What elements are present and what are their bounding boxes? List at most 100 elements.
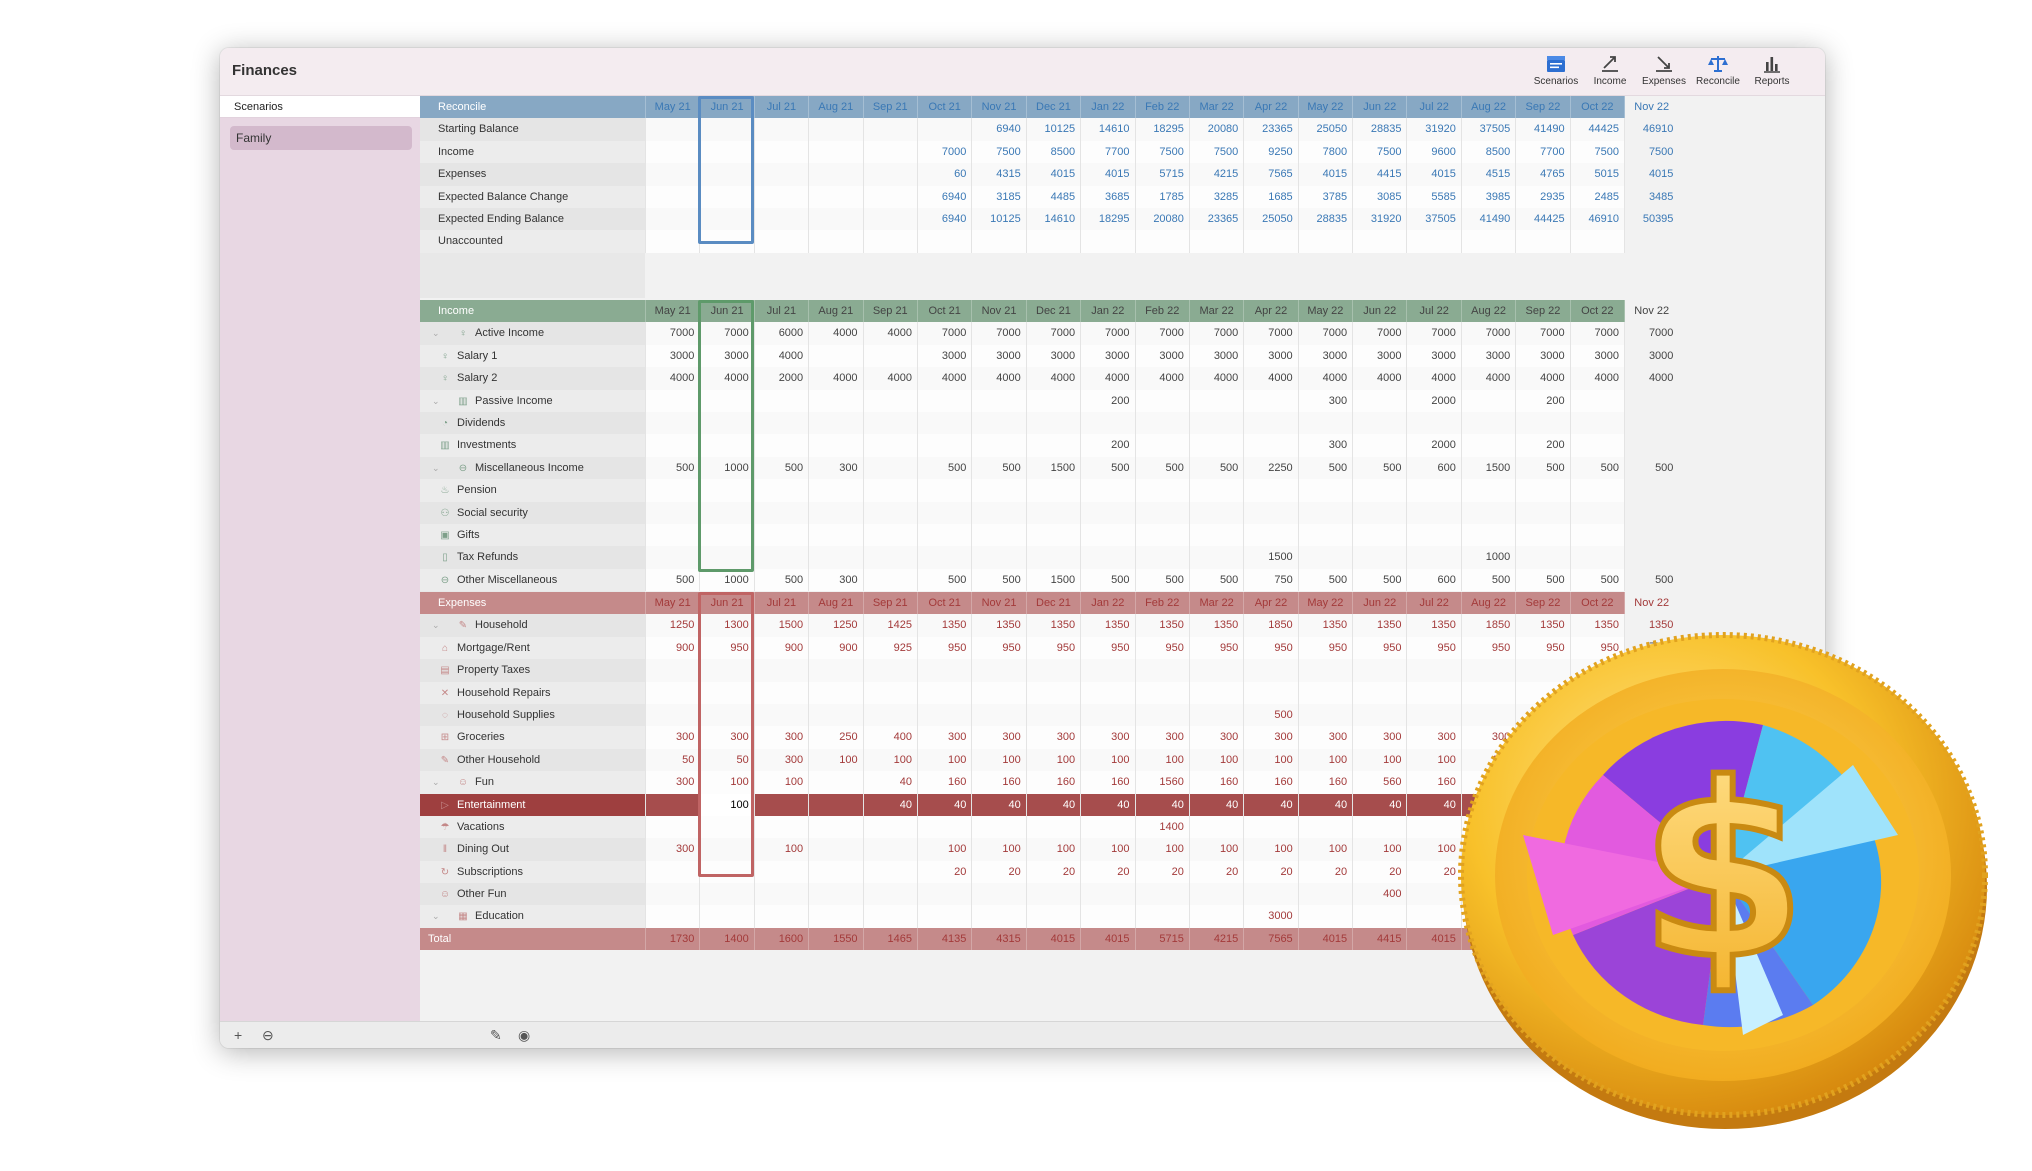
pencil-icon[interactable]: ✎ [490, 1027, 502, 1043]
value-cell[interactable] [645, 411, 699, 435]
value-cell[interactable]: 950 [971, 636, 1025, 660]
row-label[interactable]: ▯ Tax Refunds [420, 546, 645, 569]
value-cell[interactable] [1297, 659, 1352, 682]
value-cell[interactable]: 3000 [1406, 344, 1460, 368]
value-cell[interactable] [1352, 815, 1406, 839]
value-cell[interactable]: 7500 [971, 140, 1025, 164]
value-cell[interactable]: 1350 [1188, 614, 1243, 637]
value-cell[interactable]: 100 [1352, 748, 1406, 772]
value-cell[interactable] [1569, 523, 1624, 547]
value-cell[interactable]: 7000 [971, 322, 1025, 345]
value-cell[interactable]: 40 [1134, 793, 1189, 816]
value-cell[interactable] [862, 838, 917, 861]
value-cell[interactable]: 44425 [1515, 207, 1569, 231]
value-cell[interactable] [645, 434, 699, 457]
value-cell[interactable]: 3000 [1352, 344, 1406, 368]
row-label[interactable]: ☂ Vacations [420, 815, 645, 839]
value-cell[interactable] [699, 389, 753, 412]
value-cell[interactable] [1460, 479, 1515, 502]
value-cell[interactable] [1134, 883, 1189, 906]
value-cell[interactable]: 44425 [1569, 118, 1624, 141]
value-cell[interactable]: 100 [699, 771, 753, 794]
value-cell[interactable] [753, 523, 808, 547]
value-cell[interactable]: 18295 [1080, 207, 1134, 231]
value-cell[interactable]: 6940 [916, 185, 971, 208]
value-cell[interactable] [862, 703, 917, 727]
value-cell[interactable]: 7000 [1569, 322, 1624, 345]
value-cell[interactable] [862, 681, 917, 704]
value-cell[interactable]: 1785 [1134, 185, 1189, 208]
value-cell[interactable]: 7500 [1188, 140, 1243, 164]
value-cell[interactable]: 950 [1134, 636, 1189, 660]
value-cell[interactable]: 25050 [1297, 118, 1352, 141]
value-cell[interactable]: 200 [1080, 389, 1134, 412]
value-cell[interactable]: 160 [1080, 771, 1134, 794]
value-cell[interactable]: 2000 [1406, 434, 1460, 457]
value-cell[interactable] [1406, 815, 1460, 839]
value-cell[interactable]: 600 [1406, 568, 1460, 592]
value-cell[interactable] [1188, 905, 1243, 928]
value-cell[interactable]: 3000 [1080, 344, 1134, 368]
value-cell[interactable] [1406, 681, 1460, 704]
value-cell[interactable] [1080, 411, 1134, 435]
value-cell[interactable] [1569, 501, 1624, 524]
value-cell[interactable] [862, 905, 917, 928]
value-cell[interactable]: 7500 [1352, 140, 1406, 164]
value-cell[interactable] [1025, 389, 1080, 412]
value-cell[interactable] [808, 140, 862, 164]
value-cell[interactable] [862, 659, 917, 682]
value-cell[interactable]: 900 [753, 636, 808, 660]
value-cell[interactable]: 3985 [1460, 185, 1515, 208]
value-cell[interactable]: 300 [1134, 726, 1189, 749]
value-cell[interactable]: 300 [1243, 726, 1297, 749]
value-cell[interactable]: 100 [916, 838, 971, 861]
value-cell[interactable]: 200 [1080, 434, 1134, 457]
row-label[interactable]: ⌄ ▦ Education [420, 905, 645, 928]
table-row[interactable]: ⌄ ♀ Active Income 7000 7000 6000 4000 4000 7000 7… [420, 322, 1673, 345]
value-cell[interactable] [1134, 230, 1189, 253]
value-cell[interactable]: 100 [1025, 748, 1080, 772]
value-cell[interactable]: 100 [1188, 838, 1243, 861]
value-cell[interactable] [971, 681, 1025, 704]
value-cell[interactable]: 1350 [916, 614, 971, 637]
value-cell[interactable] [862, 411, 917, 435]
value-cell[interactable] [1243, 501, 1297, 524]
value-cell[interactable] [862, 185, 917, 208]
value-cell[interactable] [1352, 389, 1406, 412]
value-cell[interactable]: 950 [916, 636, 971, 660]
value-cell[interactable]: 41490 [1515, 118, 1569, 141]
value-cell[interactable] [808, 815, 862, 839]
value-cell[interactable]: 500 [1134, 568, 1189, 592]
value-cell[interactable]: 3000 [1243, 344, 1297, 368]
value-cell[interactable] [971, 523, 1025, 547]
value-cell[interactable]: 5585 [1406, 185, 1460, 208]
value-cell[interactable]: 20080 [1188, 118, 1243, 141]
value-cell[interactable]: 100 [1243, 748, 1297, 772]
value-cell[interactable]: 7000 [1352, 322, 1406, 345]
value-cell[interactable] [862, 501, 917, 524]
value-cell[interactable]: 100 [753, 771, 808, 794]
value-cell[interactable] [916, 230, 971, 253]
value-cell[interactable] [1569, 479, 1624, 502]
row-label[interactable]: ◌ Household Supplies [420, 703, 645, 727]
value-cell[interactable]: 250 [808, 726, 862, 749]
value-cell[interactable]: 1250 [645, 614, 699, 637]
value-cell[interactable]: 925 [862, 636, 917, 660]
value-cell[interactable] [1406, 479, 1460, 502]
value-cell[interactable]: 100 [1080, 748, 1134, 772]
value-cell[interactable]: 500 [645, 568, 699, 592]
value-cell[interactable]: 500 [1624, 568, 1678, 592]
value-cell[interactable] [971, 905, 1025, 928]
value-cell[interactable]: 3000 [699, 344, 753, 368]
row-label[interactable]: ↻ Subscriptions [420, 860, 645, 884]
value-cell[interactable]: 500 [916, 456, 971, 480]
value-cell[interactable] [1243, 479, 1297, 502]
value-cell[interactable]: 4015 [1080, 163, 1134, 186]
value-cell[interactable] [1352, 905, 1406, 928]
value-cell[interactable] [1515, 479, 1569, 502]
table-row[interactable]: ⌄ ▦ Education 3000 [420, 905, 1626, 928]
eye-icon[interactable]: ◉ [518, 1027, 530, 1043]
value-cell[interactable]: 7700 [1080, 140, 1134, 164]
value-cell[interactable] [862, 568, 917, 592]
table-row[interactable]: ▥ Investments 200 300 2000 200 [420, 434, 1626, 457]
